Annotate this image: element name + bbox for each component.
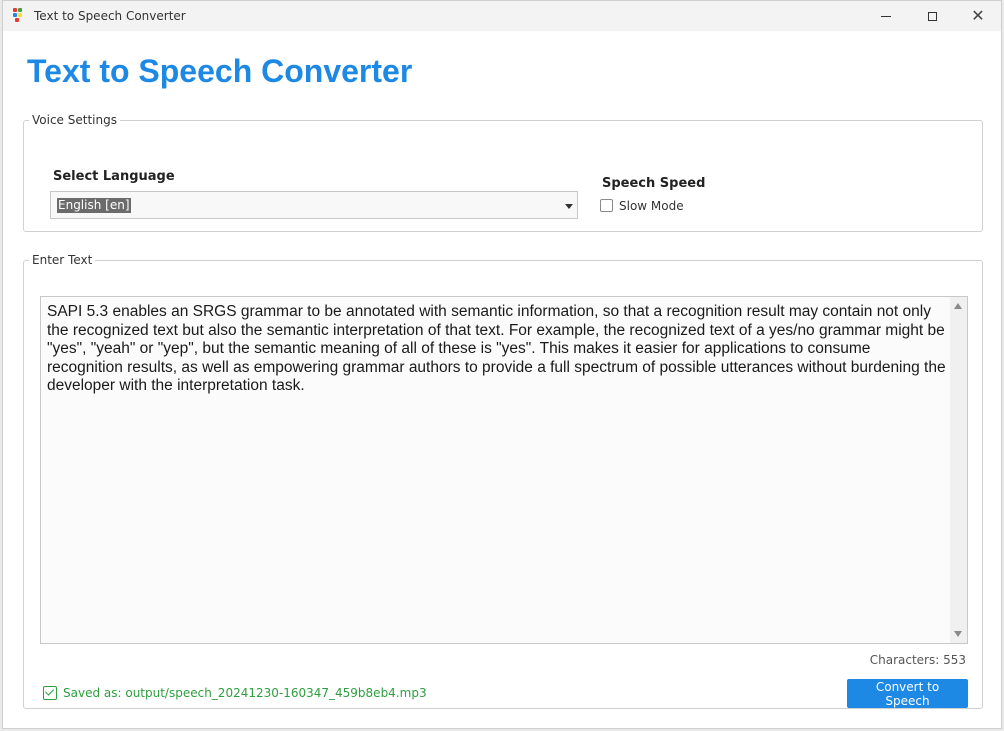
saved-status: Saved as: output/speech_20241230-160347_…	[43, 686, 427, 700]
scroll-down-icon[interactable]	[954, 631, 962, 637]
minimize-icon	[881, 15, 891, 17]
page-title: Text to Speech Converter	[27, 53, 413, 89]
app-window: Text to Speech Converter ✕ Text to Speec…	[2, 0, 1002, 729]
language-select[interactable]: English [en]	[50, 191, 578, 219]
enter-text-legend: Enter Text	[32, 253, 93, 267]
scroll-up-icon[interactable]	[954, 303, 962, 309]
voice-settings-group: Voice Settings Select Language English […	[23, 113, 983, 232]
language-selected-value: English [en]	[57, 198, 131, 213]
convert-to-speech-button[interactable]: Convert to Speech	[847, 679, 968, 708]
text-input-content[interactable]: SAPI 5.3 enables an SRGS grammar to be a…	[47, 303, 947, 396]
enter-text-group: Enter Text SAPI 5.3 enables an SRGS gram…	[23, 253, 983, 709]
character-count: Characters: 553	[869, 653, 966, 667]
saved-status-text: Saved as: output/speech_20241230-160347_…	[63, 686, 427, 700]
title-bar[interactable]: Text to Speech Converter ✕	[3, 1, 1001, 31]
text-scrollbar[interactable]	[950, 297, 967, 643]
minimize-button[interactable]	[863, 1, 909, 31]
check-icon	[43, 686, 57, 700]
speech-speed-label: Speech Speed	[602, 176, 706, 191]
window-title: Text to Speech Converter	[34, 9, 186, 23]
close-button[interactable]: ✕	[955, 1, 1001, 31]
close-icon: ✕	[971, 6, 985, 25]
app-logo-icon	[13, 8, 27, 22]
maximize-icon	[927, 11, 937, 21]
maximize-button[interactable]	[909, 1, 955, 31]
voice-settings-legend: Voice Settings	[32, 113, 117, 127]
language-label: Select Language	[53, 169, 175, 184]
slow-mode-label[interactable]: Slow Mode	[619, 199, 684, 213]
text-input-area[interactable]: SAPI 5.3 enables an SRGS grammar to be a…	[40, 296, 968, 644]
slow-mode-checkbox[interactable]	[600, 199, 613, 212]
chevron-down-icon	[565, 204, 573, 209]
